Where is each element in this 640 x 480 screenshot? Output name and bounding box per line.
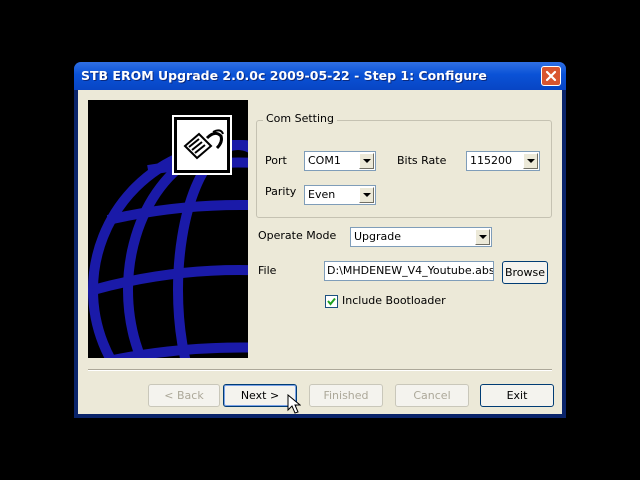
checkmark-icon [327, 297, 336, 306]
close-button[interactable] [541, 66, 561, 86]
port-value: COM1 [308, 154, 341, 167]
file-path-input[interactable]: D:\MHDENEW_V4_Youtube.abs [324, 261, 494, 281]
operate-mode-select[interactable]: Upgrade [350, 227, 492, 247]
parity-select[interactable]: Even [304, 185, 376, 205]
title-bar[interactable]: STB EROM Upgrade 2.0.0c 2009-05-22 - Ste… [74, 62, 566, 90]
dropdown-arrow-icon[interactable] [359, 153, 374, 169]
bits-rate-label: Bits Rate [397, 154, 447, 167]
bits-rate-select[interactable]: 115200 [466, 151, 540, 171]
wizard-image-panel [88, 100, 248, 358]
include-bootloader-label[interactable]: Include Bootloader [342, 294, 446, 307]
dropdown-arrow-icon[interactable] [475, 229, 490, 245]
bits-rate-value: 115200 [470, 154, 512, 167]
parity-label: Parity [265, 185, 297, 198]
dialog-window: STB EROM Upgrade 2.0.0c 2009-05-22 - Ste… [74, 62, 566, 418]
port-select[interactable]: COM1 [304, 151, 376, 171]
operate-mode-label: Operate Mode [258, 229, 337, 242]
dropdown-arrow-icon[interactable] [359, 187, 374, 203]
cancel-button[interactable]: Cancel [395, 384, 469, 407]
dropdown-arrow-icon[interactable] [523, 153, 538, 169]
close-icon [545, 70, 557, 82]
operate-mode-value: Upgrade [354, 230, 402, 243]
com-setting-legend: Com Setting [263, 112, 338, 125]
port-label: Port [265, 154, 287, 167]
window-title: STB EROM Upgrade 2.0.0c 2009-05-22 - Ste… [81, 68, 487, 83]
dialog-body: Com Setting Port COM1 Bits Rate 115200 P… [78, 90, 562, 414]
network-cable-icon [183, 129, 224, 160]
separator [88, 369, 552, 371]
file-label: File [258, 264, 277, 277]
include-bootloader-checkbox[interactable] [325, 295, 338, 308]
browse-button[interactable]: Browse [502, 261, 548, 284]
parity-value: Even [308, 188, 336, 201]
mouse-cursor-icon [287, 394, 301, 414]
file-path-value: D:\MHDENEW_V4_Youtube.abs [327, 264, 494, 277]
next-button[interactable]: Next > [223, 384, 297, 407]
exit-button[interactable]: Exit [480, 384, 554, 407]
cable-icon-box [172, 115, 232, 175]
finished-button[interactable]: Finished [309, 384, 383, 407]
back-button[interactable]: < Back [148, 384, 220, 407]
